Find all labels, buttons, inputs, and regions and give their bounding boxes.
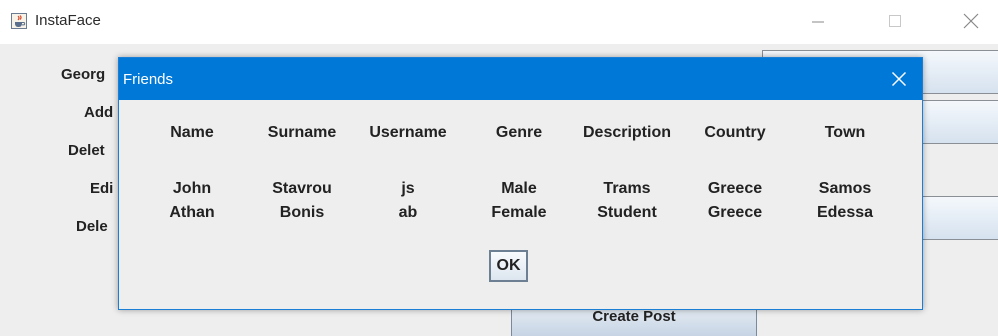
side-button-add[interactable]: Add (84, 104, 113, 121)
dialog-titlebar: Friends (119, 58, 922, 100)
window-titlebar: InstaFace (0, 0, 998, 44)
dialog-title: Friends (123, 71, 174, 88)
minimize-button[interactable] (795, 6, 841, 36)
cell-genre: Male (501, 180, 537, 197)
friends-dialog: Friends Name Surname Username Genre Desc… (118, 57, 923, 310)
side-label-user: Georg (61, 66, 106, 83)
cell-genre: Female (491, 204, 547, 221)
side-button-edit[interactable]: Edi (90, 180, 113, 197)
cell-username: js (401, 180, 415, 197)
maximize-icon (889, 15, 901, 27)
cell-town: Edessa (816, 204, 874, 221)
column-header-town: Town (824, 124, 866, 141)
column-header-country: Country (704, 124, 766, 141)
cell-country: Greece (707, 180, 763, 197)
maximize-button[interactable] (872, 6, 918, 36)
side-button-delete-2[interactable]: Dele (76, 218, 108, 235)
ok-button[interactable]: OK (489, 250, 528, 282)
column-header-username: Username (369, 124, 447, 141)
column-header-genre: Genre (495, 124, 543, 141)
column-header-name: Name (170, 124, 214, 141)
cell-surname: Stavrou (272, 180, 332, 197)
column-header-surname: Surname (267, 124, 337, 141)
cell-surname: Bonis (279, 204, 325, 221)
side-button-delete[interactable]: Delet (68, 142, 105, 159)
java-cup-icon (11, 13, 27, 29)
column-header-description: Description (582, 124, 671, 141)
dialog-close-button[interactable] (879, 64, 919, 94)
cell-username: ab (398, 204, 418, 221)
cell-description: Student (597, 204, 657, 221)
cell-description: Trams (603, 180, 651, 197)
window-title: InstaFace (35, 12, 101, 29)
cell-name: John (172, 180, 212, 197)
close-icon (963, 13, 979, 29)
close-button[interactable] (948, 6, 994, 36)
minimize-icon (812, 21, 824, 23)
close-icon (891, 71, 907, 87)
cell-name: Athan (169, 204, 215, 221)
cell-country: Greece (707, 204, 763, 221)
cell-town: Samos (818, 180, 872, 197)
